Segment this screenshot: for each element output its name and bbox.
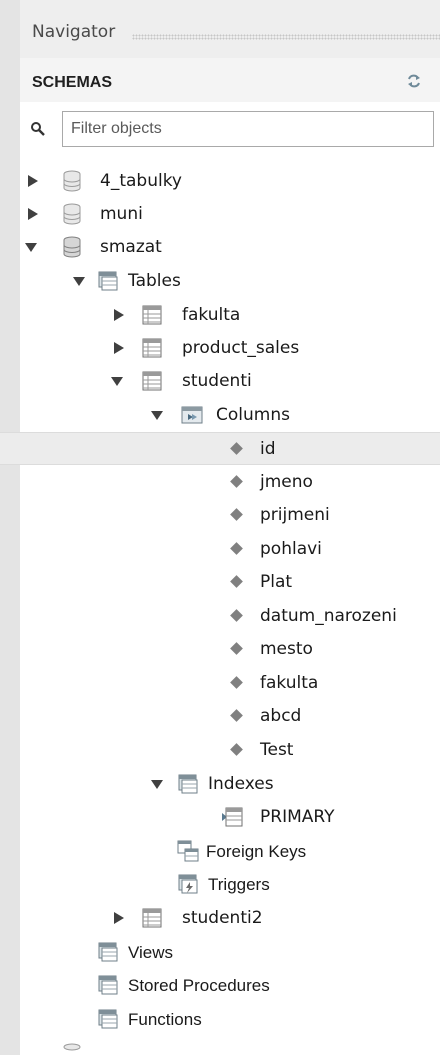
tree-item-label: fakulta [260,673,319,693]
tree-item-column-abcd[interactable]: abcd [20,700,440,733]
database-icon [63,170,81,192]
tree-item-column-fakulta[interactable]: fakulta [20,667,440,700]
expand-arrow-icon[interactable] [112,910,126,926]
tree-item-label: Columns [216,405,290,425]
tree-item-schema-smazat[interactable]: smazat [20,231,440,264]
navigator-panel: Navigator SCHEMAS 4_tabulky [0,0,440,1055]
database-icon [63,1043,81,1051]
tree-item-column-pohlavi[interactable]: pohlavi [20,533,440,566]
tree-item-table-product_sales[interactable]: product_sales [20,332,440,365]
left-window-edge [0,0,20,1055]
tree-item-column-plat[interactable]: Plat [20,566,440,599]
table-icon [142,305,162,325]
tree-item-views[interactable]: Views [20,936,440,969]
column-diamond-icon [230,575,243,588]
collapse-arrow-icon[interactable] [150,407,164,423]
tree-item-table-studenti2[interactable]: studenti2 [20,902,440,935]
tree-item-indexes[interactable]: Indexes [20,768,440,801]
tree-item-label: studenti2 [182,908,263,928]
collapse-arrow-icon[interactable] [150,776,164,792]
database-icon [63,236,81,258]
column-diamond-icon [230,642,243,655]
tree-item-schema-4_tabulky[interactable]: 4_tabulky [20,165,440,198]
column-diamond-icon [230,609,243,622]
tables-folder-icon [98,271,118,291]
tree-item-column-datum_narozeni[interactable]: datum_narozeni [20,600,440,633]
table-icon [142,338,162,358]
tree-item-label: abcd [260,706,302,726]
tree-item-label: studenti [182,371,252,391]
tree-item-table-studenti[interactable]: studenti [20,365,440,398]
tree-item-label: jmeno [260,472,313,492]
tree-item-label: muni [100,204,143,224]
tree-item-column-mesto[interactable]: mesto [20,633,440,666]
tree-item-label: datum_narozeni [260,606,397,626]
schema-tree: 4_tabulky muni smazat Tables fakulta pro… [0,0,440,1055]
tree-item-label: prijmeni [260,505,330,525]
tree-item-index-primary[interactable]: PRIMARY [20,801,440,834]
foreign-keys-icon [177,840,199,862]
column-diamond-icon [230,475,243,488]
tree-item-label: 4_tabulky [100,171,182,191]
column-diamond-icon [230,442,243,455]
tree-item-functions[interactable]: Functions [20,1003,440,1036]
expand-arrow-icon[interactable] [112,340,126,356]
tree-item-next-schema-partial[interactable] [20,1040,440,1055]
tree-item-triggers[interactable]: Triggers [20,868,440,901]
expand-arrow-icon[interactable] [26,173,40,189]
index-icon [222,807,243,827]
expand-arrow-icon[interactable] [112,307,126,323]
tree-item-label: Stored Procedures [128,976,270,995]
expand-arrow-icon[interactable] [26,206,40,222]
collapse-arrow-icon[interactable] [110,373,124,389]
indexes-folder-icon [178,774,198,794]
tree-item-stored-procedures[interactable]: Stored Procedures [20,969,440,1002]
tree-item-label: Foreign Keys [206,842,307,861]
tree-item-label: product_sales [182,338,300,358]
column-diamond-icon [230,709,243,722]
collapse-arrow-icon[interactable] [72,273,86,289]
tree-item-column-jmeno[interactable]: jmeno [20,466,440,499]
tree-item-table-fakulta[interactable]: fakulta [20,299,440,332]
tree-item-label: Triggers [208,875,270,894]
table-icon [142,371,162,391]
column-diamond-icon [230,743,243,756]
tree-item-column-test[interactable]: Test [20,734,440,767]
tree-item-label: fakulta [182,305,241,325]
tree-item-label: mesto [260,639,313,659]
procedures-folder-icon [98,975,118,995]
column-diamond-icon [230,676,243,689]
tree-item-label: Tables [128,271,181,291]
database-icon [63,203,81,225]
functions-folder-icon [98,1009,118,1029]
tree-item-foreign-keys[interactable]: Foreign Keys [20,835,440,868]
collapse-arrow-icon[interactable] [24,239,38,255]
tree-item-label: Indexes [208,774,274,794]
tree-item-label: id [260,439,276,459]
views-folder-icon [98,942,118,962]
tree-item-tables[interactable]: Tables [20,265,440,298]
tree-item-label: pohlavi [260,539,322,559]
column-diamond-icon [230,542,243,555]
tree-item-column-prijmeni[interactable]: prijmeni [20,499,440,532]
tree-item-label: smazat [100,237,162,257]
tree-item-schema-muni[interactable]: muni [20,198,440,231]
tree-item-label: Views [128,943,174,962]
tree-item-column-id[interactable]: id [0,432,440,465]
tree-item-label: Plat [260,572,293,592]
columns-folder-icon [181,406,203,424]
tree-item-label: PRIMARY [260,807,335,827]
triggers-icon [178,874,198,894]
column-diamond-icon [230,508,243,521]
tree-item-columns[interactable]: Columns [20,399,440,432]
tree-item-label: Functions [128,1010,202,1029]
table-icon [142,908,162,928]
tree-item-label: Test [260,740,294,760]
